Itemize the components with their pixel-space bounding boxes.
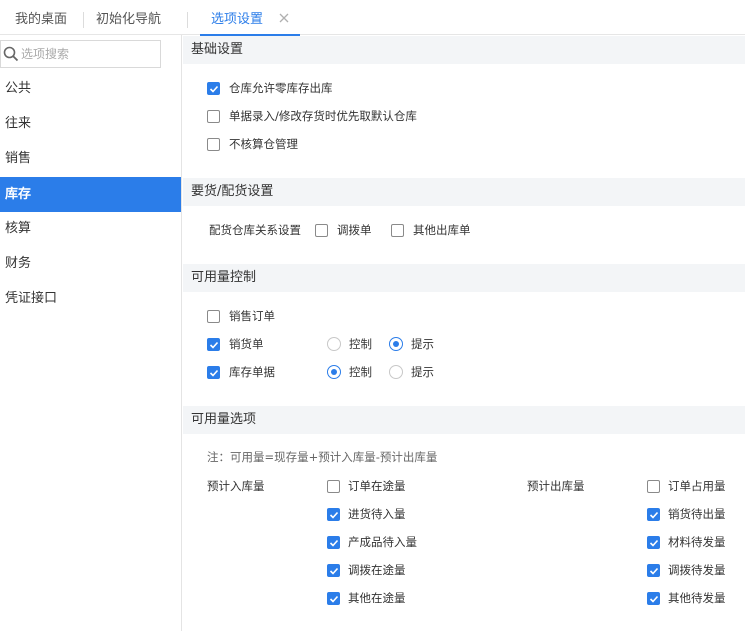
option-label: 进货待入量: [348, 507, 406, 521]
sidebar: 公共 往来 销售 库存 核算 财务 凭证接口: [0, 35, 182, 631]
radio-label: 控制: [349, 337, 372, 351]
outbound-label: 预计出库量: [527, 479, 585, 493]
option-label: 单据录入/修改存货时优先取默认仓库: [229, 109, 417, 123]
close-icon[interactable]: [278, 12, 290, 24]
tab-my-desktop[interactable]: 我的桌面: [15, 0, 67, 35]
sidebar-item-finance[interactable]: 财务: [0, 246, 181, 281]
checkbox[interactable]: [207, 138, 220, 151]
option-label: 销货待出量: [668, 507, 726, 521]
checkbox[interactable]: [327, 480, 340, 493]
section-allocation-settings: 要货/配货设置: [183, 178, 745, 206]
radio[interactable]: [389, 365, 403, 379]
option-label: 销售订单: [229, 309, 275, 323]
checkbox[interactable]: [207, 110, 220, 123]
checkbox[interactable]: [327, 508, 340, 521]
radio[interactable]: [327, 337, 341, 351]
sidebar-item-sales[interactable]: 销售: [0, 141, 181, 176]
sidebar-item-inventory[interactable]: 库存: [0, 177, 181, 212]
radio-label: 提示: [411, 365, 434, 379]
section-available-control: 可用量控制: [183, 264, 745, 292]
checkbox[interactable]: [647, 480, 660, 493]
option-label: 产成品待入量: [348, 535, 417, 549]
option-label: 其他出库单: [413, 223, 471, 237]
sidebar-item-public[interactable]: 公共: [0, 71, 181, 106]
option-label: 调拨待发量: [668, 563, 726, 577]
search-input[interactable]: [21, 43, 157, 65]
search-box: [0, 40, 161, 68]
checkbox[interactable]: [207, 366, 220, 379]
checkbox[interactable]: [647, 508, 660, 521]
search-icon: [3, 46, 19, 62]
option-label: 材料待发量: [668, 535, 726, 549]
checkbox[interactable]: [327, 536, 340, 549]
option-label: 调拨单: [337, 223, 372, 237]
checkbox[interactable]: [207, 82, 220, 95]
tab-init-navigation[interactable]: 初始化导航: [96, 0, 161, 35]
option-label: 其他待发量: [668, 591, 726, 605]
sidebar-item-accounts[interactable]: 往来: [0, 106, 181, 141]
option-label: 订单在途量: [348, 479, 406, 493]
tab-divider: [83, 12, 84, 28]
radio-label: 控制: [349, 365, 372, 379]
checkbox[interactable]: [315, 224, 328, 237]
checkbox[interactable]: [207, 310, 220, 323]
option-label: 不核算仓管理: [229, 137, 298, 151]
tab-option-settings[interactable]: 选项设置: [200, 0, 300, 36]
checkbox[interactable]: [207, 338, 220, 351]
formula-note: 注：可用量=现存量+预计入库量-预计出库量: [207, 450, 438, 464]
inbound-label: 预计入库量: [207, 479, 265, 493]
option-label: 订单占用量: [668, 479, 726, 493]
checkbox[interactable]: [647, 592, 660, 605]
checkbox[interactable]: [647, 536, 660, 549]
checkbox[interactable]: [391, 224, 404, 237]
checkbox[interactable]: [327, 592, 340, 605]
option-label: 其他在途量: [348, 591, 406, 605]
section-available-options: 可用量选项: [183, 406, 745, 434]
checkbox[interactable]: [647, 564, 660, 577]
radio-label: 提示: [411, 337, 434, 351]
option-label: 仓库允许零库存出库: [229, 81, 333, 95]
sidebar-item-voucher-interface[interactable]: 凭证接口: [0, 281, 181, 316]
settings-panel: 基础设置 仓库允许零库存出库 单据录入/修改存货时优先取默认仓库 不核算仓管理 …: [183, 35, 745, 631]
option-label: 调拨在途量: [348, 563, 406, 577]
option-label: 库存单据: [229, 365, 275, 379]
tab-divider: [187, 12, 188, 28]
tab-option-settings-label: 选项设置: [211, 12, 264, 27]
allocation-warehouse-relation-label: 配货仓库关系设置: [209, 223, 301, 237]
checkbox[interactable]: [327, 564, 340, 577]
section-basic-settings: 基础设置: [183, 36, 745, 64]
option-label: 销货单: [229, 337, 264, 351]
sidebar-item-accounting[interactable]: 核算: [0, 211, 181, 246]
tab-bar: 我的桌面 初始化导航 选项设置: [0, 0, 745, 36]
radio[interactable]: [327, 365, 341, 379]
radio[interactable]: [389, 337, 403, 351]
